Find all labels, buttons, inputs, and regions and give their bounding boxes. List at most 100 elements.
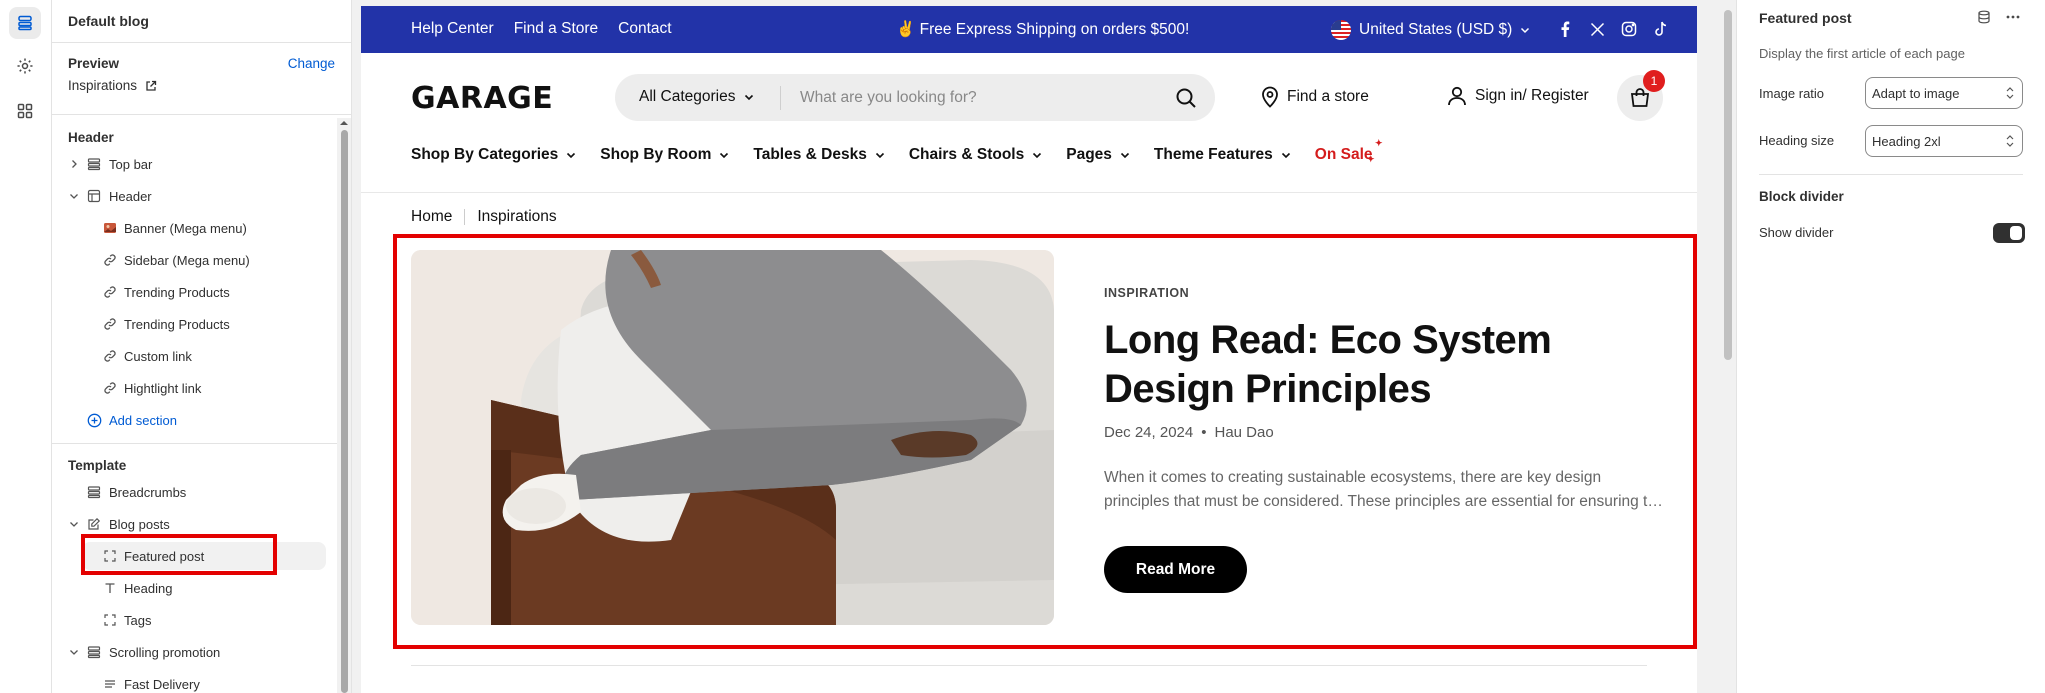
post-author: Hau Dao bbox=[1214, 424, 1274, 441]
divider bbox=[1759, 174, 2023, 175]
nav-chairs-stools[interactable]: Chairs & Stools bbox=[909, 146, 1042, 164]
read-more-button[interactable]: Read More bbox=[1104, 546, 1247, 593]
search-icon[interactable] bbox=[1175, 87, 1197, 109]
heading-size-select[interactable]: Heading 2xl bbox=[1865, 125, 2023, 157]
show-divider-toggle[interactable] bbox=[1993, 223, 2025, 243]
help-center-link[interactable]: Help Center bbox=[411, 20, 494, 38]
nav-shop-by-room[interactable]: Shop By Room bbox=[600, 146, 729, 164]
section-scrolling-promotion[interactable]: Scrolling promotion bbox=[52, 637, 351, 667]
select-value: Adapt to image bbox=[1872, 85, 1960, 101]
nav-pages[interactable]: Pages bbox=[1066, 146, 1130, 164]
nav-label: On Sale bbox=[1314, 146, 1373, 163]
header-section-icon bbox=[86, 188, 102, 204]
featured-post-tag: INSPIRATION bbox=[1104, 286, 1190, 300]
breadcrumb-current: Inspirations bbox=[477, 208, 557, 225]
block-trending-products[interactable]: Trending Products bbox=[52, 309, 351, 339]
block-tags[interactable]: Tags bbox=[52, 605, 351, 635]
featured-post-title[interactable]: Long Read: Eco System Design Principles bbox=[1104, 316, 1624, 414]
nav-on-sale[interactable]: On Sale ✦ ✦ bbox=[1314, 138, 1383, 164]
nav-shop-by-categories[interactable]: Shop By Categories bbox=[411, 146, 576, 164]
topbar-links: Help Center Find a Store Contact bbox=[411, 20, 672, 38]
search-separator bbox=[780, 86, 781, 110]
chevron-down-icon[interactable] bbox=[68, 190, 80, 202]
section-divider bbox=[411, 665, 1647, 666]
link-icon bbox=[102, 316, 118, 332]
sign-in-action[interactable]: Sign in/ Register bbox=[1447, 86, 1589, 106]
announcement-bar: Help Center Find a Store Contact ✌️ Free… bbox=[361, 6, 1697, 53]
find-store-action[interactable]: Find a store bbox=[1261, 86, 1369, 108]
sections-panel: Default blog Preview Change Inspirations… bbox=[52, 0, 352, 693]
search-bar: All Categories bbox=[615, 74, 1215, 121]
preview-scrollbar[interactable] bbox=[1720, 0, 1736, 693]
featured-post-image[interactable] bbox=[411, 250, 1054, 625]
category-dropdown[interactable]: All Categories bbox=[639, 88, 754, 106]
settings-description: Display the first article of each page bbox=[1759, 46, 1965, 61]
settings-title: Featured post bbox=[1759, 10, 1852, 26]
template-group-label: Template bbox=[68, 458, 127, 473]
header-group-label: Header bbox=[68, 130, 114, 145]
block-banner-mega-menu[interactable]: Banner (Mega menu) bbox=[52, 213, 351, 243]
apps-icon[interactable] bbox=[9, 95, 41, 127]
section-breadcrumbs[interactable]: Breadcrumbs bbox=[52, 477, 351, 507]
tiktok-icon[interactable] bbox=[1652, 20, 1670, 38]
gear-icon[interactable] bbox=[9, 50, 41, 82]
country-selector[interactable]: United States (USD $) bbox=[1331, 20, 1530, 40]
nav-theme-features[interactable]: Theme Features bbox=[1154, 146, 1291, 164]
block-label: Featured post bbox=[124, 548, 205, 564]
external-link-icon bbox=[146, 80, 157, 91]
nav-label: Chairs & Stools bbox=[908, 146, 1025, 163]
contact-link[interactable]: Contact bbox=[618, 20, 671, 38]
change-preview-link[interactable]: Change bbox=[288, 56, 335, 71]
block-hightlight-link[interactable]: Hightlight link bbox=[52, 373, 351, 403]
more-horizontal-icon[interactable] bbox=[2005, 10, 2021, 24]
database-icon[interactable] bbox=[1977, 10, 1991, 24]
breadcrumb-home[interactable]: Home bbox=[411, 208, 452, 226]
preview-scrollbar-thumb[interactable] bbox=[1724, 10, 1732, 360]
nav-label: Tables & Desks bbox=[753, 146, 867, 163]
search-input[interactable] bbox=[800, 82, 1150, 114]
find-a-store-link[interactable]: Find a Store bbox=[514, 20, 598, 38]
block-label: Trending Products bbox=[124, 316, 230, 332]
x-icon[interactable] bbox=[1588, 20, 1606, 38]
sections-icon[interactable] bbox=[9, 7, 41, 39]
select-value: Heading 2xl bbox=[1872, 133, 1941, 149]
block-sidebar-mega-menu[interactable]: Sidebar (Mega menu) bbox=[52, 245, 351, 275]
section-header[interactable]: Header bbox=[52, 181, 351, 211]
find-store-label: Find a store bbox=[1287, 88, 1369, 105]
block-label: Hightlight link bbox=[124, 380, 202, 396]
plus-circle-icon bbox=[86, 412, 102, 428]
link-icon bbox=[102, 252, 118, 268]
meta-bullet: • bbox=[1201, 424, 1207, 441]
featured-post-excerpt: When it comes to creating sustainable ec… bbox=[1104, 466, 1664, 514]
sections-scrollbar-thumb[interactable] bbox=[341, 130, 348, 693]
featured-post-meta: Dec 24, 2024 • Hau Dao bbox=[1104, 424, 1274, 441]
breadcrumb: Home Inspirations bbox=[411, 208, 557, 226]
image-ratio-select[interactable]: Adapt to image bbox=[1865, 77, 2023, 109]
block-divider-heading: Block divider bbox=[1759, 189, 1844, 204]
block-custom-link[interactable]: Custom link bbox=[52, 341, 351, 371]
section-top-bar[interactable]: Top bar bbox=[52, 149, 351, 179]
block-dashed-icon bbox=[102, 548, 118, 564]
preview-label: Preview bbox=[68, 56, 120, 71]
block-heading[interactable]: Heading bbox=[52, 573, 351, 603]
settings-panel: Featured post Display the first article … bbox=[1736, 0, 2045, 693]
add-section-label: Add section bbox=[109, 412, 177, 428]
chevron-down-icon[interactable] bbox=[68, 518, 80, 530]
store-logo[interactable]: GARAGE bbox=[411, 81, 553, 116]
add-section-button[interactable]: Add section bbox=[52, 405, 351, 435]
block-featured-post[interactable]: Featured post bbox=[52, 541, 351, 571]
nav-tables-desks[interactable]: Tables & Desks bbox=[753, 146, 884, 164]
section-blog-posts[interactable]: Blog posts bbox=[52, 509, 351, 539]
chevron-down-icon[interactable] bbox=[68, 646, 80, 658]
cart-count-badge: 1 bbox=[1643, 70, 1665, 92]
nav-label: Shop By Room bbox=[600, 146, 712, 163]
text-icon bbox=[102, 580, 118, 596]
chevron-down-icon bbox=[567, 152, 576, 159]
chevron-right-icon[interactable] bbox=[68, 158, 80, 170]
instagram-icon[interactable] bbox=[1620, 20, 1638, 38]
block-trending-products[interactable]: Trending Products bbox=[52, 277, 351, 307]
preview-value[interactable]: Inspirations bbox=[68, 78, 157, 93]
scroll-up-arrow-icon[interactable] bbox=[339, 119, 349, 127]
facebook-icon[interactable] bbox=[1556, 20, 1574, 38]
block-fast-delivery[interactable]: Fast Delivery bbox=[52, 669, 351, 693]
